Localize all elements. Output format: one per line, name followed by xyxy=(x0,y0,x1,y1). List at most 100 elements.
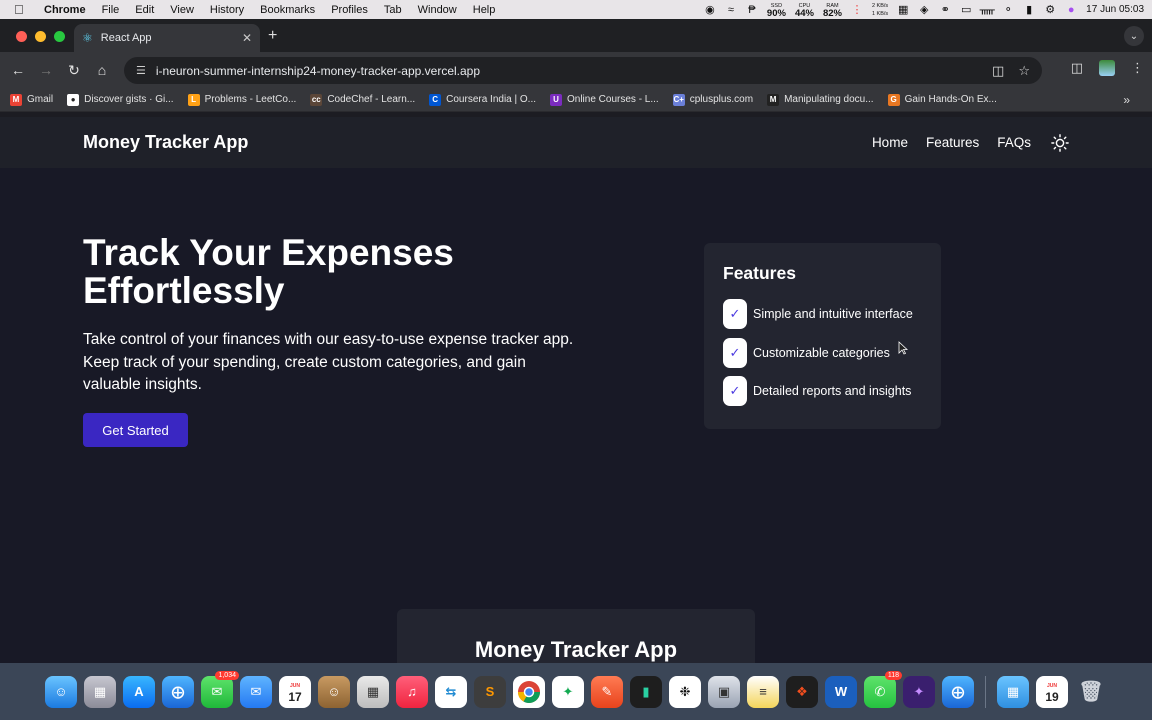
bookmark-item[interactable]: G Gain Hands-On Ex... xyxy=(887,93,997,106)
bookmark-item[interactable]: ● Discover gists · Gi... xyxy=(67,93,174,106)
menu-window[interactable]: Window xyxy=(418,4,457,16)
mail-icon[interactable]: ✉ xyxy=(240,675,272,708)
currency-icon[interactable]: ₱ xyxy=(746,4,758,16)
install-app-icon[interactable]: ◫ xyxy=(992,63,1004,79)
bookmark-favicon-icon: C+ xyxy=(672,93,685,106)
url-text[interactable]: i-neuron-summer-internship24-money-track… xyxy=(156,64,978,78)
tab-search-chevron-down-icon[interactable]: ⌄ xyxy=(1124,26,1144,46)
launchpad-icon[interactable]: ▦ xyxy=(84,675,116,708)
word-icon[interactable]: W xyxy=(825,675,857,708)
menu-tab[interactable]: Tab xyxy=(384,4,402,16)
whatsapp-icon[interactable]: ✆ 118 xyxy=(864,670,902,708)
trash-icon[interactable]: 🗑 xyxy=(1075,676,1107,708)
ram-stat[interactable]: RAM 82% xyxy=(823,2,842,18)
draw-app-icon[interactable]: ✎ xyxy=(591,675,623,708)
bookmark-item[interactable]: M Manipulating docu... xyxy=(767,93,874,106)
dots-icon[interactable]: ⋮ xyxy=(851,4,863,16)
vscode-icon[interactable]: ⇆ xyxy=(435,675,467,708)
theme-toggle-sun-icon[interactable] xyxy=(1051,133,1069,152)
nav-features-link[interactable]: Features xyxy=(926,135,979,150)
apple-menu-icon[interactable]:  xyxy=(14,2,30,17)
new-tab-button[interactable]: + xyxy=(268,27,277,45)
menu-profiles[interactable]: Profiles xyxy=(331,4,368,16)
menu-edit[interactable]: Edit xyxy=(135,4,154,16)
web-page: Money Tracker App Home Features FAQs Tra… xyxy=(0,117,1152,663)
more-bookmarks-chevron-icon[interactable]: » xyxy=(1123,93,1130,107)
menu-help[interactable]: Help xyxy=(473,4,496,16)
bookmark-label: CodeChef - Learn... xyxy=(327,94,416,105)
menubar-clock[interactable]: 17 Jun 05:03 xyxy=(1086,4,1144,15)
stats-icon[interactable]: ≈ xyxy=(725,4,737,16)
tab-title: React App xyxy=(100,32,152,44)
app-store-icon[interactable]: A xyxy=(123,675,155,708)
menu-file[interactable]: File xyxy=(102,4,120,16)
safari-icon[interactable]: ⨁ xyxy=(162,675,194,708)
headphones-icon[interactable]: ⚭ xyxy=(939,4,951,16)
control-center-icon[interactable]: ⚙ xyxy=(1044,4,1056,16)
bookmark-item[interactable]: L Problems - LeetCo... xyxy=(187,93,296,106)
bookmark-item[interactable]: C+ cplusplus.com xyxy=(672,93,753,106)
back-arrow-icon[interactable]: ← xyxy=(4,62,32,78)
terminal-app-icon[interactable]: ▮ xyxy=(630,675,662,708)
bookmark-item[interactable]: M Gmail xyxy=(10,93,53,106)
battery-icon[interactable]: ▮ xyxy=(1023,4,1035,16)
bookmark-item[interactable]: cc CodeChef - Learn... xyxy=(310,93,416,106)
bluetooth-icon[interactable]: ᚅ xyxy=(980,4,995,16)
downloads-folder-icon[interactable]: ▦ xyxy=(997,675,1029,708)
menu-view[interactable]: View xyxy=(170,4,194,16)
active-tab[interactable]: ⚛ React App ✕ xyxy=(74,24,260,52)
music-icon[interactable]: ♫ xyxy=(396,675,428,708)
sublime-text-icon[interactable]: S xyxy=(474,675,506,708)
bookmark-item[interactable]: C Coursera India | O... xyxy=(429,93,536,106)
mongodb-icon[interactable]: ✦ xyxy=(552,675,584,708)
extensions-puzzle-icon[interactable]: ◫ xyxy=(1071,60,1083,76)
site-brand[interactable]: Money Tracker App xyxy=(83,132,854,153)
contacts-icon[interactable]: ☺ xyxy=(318,675,350,708)
calendar-icon[interactable]: JUN 17 xyxy=(279,675,311,708)
menu-history[interactable]: History xyxy=(210,4,244,16)
grid-icon[interactable]: ▦ xyxy=(897,4,909,16)
macos-dock: ☺ ▦ A ⨁ ✉ 1,034 ✉ JUN 17 ☺ ▦ ♫ ⇆ S ✦ ✎ ▮ ❉… xyxy=(0,663,1152,720)
preview-icon[interactable]: ▣ xyxy=(708,675,740,708)
record-icon[interactable]: ◉ xyxy=(704,4,716,16)
bookmark-favicon-icon: ● xyxy=(67,93,80,106)
safari-technology-icon[interactable]: ⨁ xyxy=(942,675,974,708)
address-bar[interactable]: ☰ i-neuron-summer-internship24-money-tra… xyxy=(124,57,1042,84)
tab-close-icon[interactable]: ✕ xyxy=(242,31,252,45)
forward-arrow-icon[interactable]: → xyxy=(32,62,60,78)
bookmark-label: Coursera India | O... xyxy=(446,94,536,105)
profile-avatar[interactable] xyxy=(1099,60,1115,76)
minimize-window-button[interactable] xyxy=(35,31,46,42)
network-stat[interactable]: 2 KB/s 1 KB/s xyxy=(872,2,888,18)
site-info-icon[interactable]: ☰ xyxy=(136,64,146,77)
nav-faqs-link[interactable]: FAQs xyxy=(997,135,1031,150)
chatgpt-icon[interactable]: ❉ xyxy=(669,675,701,708)
chrome-menu-icon[interactable]: ⋮ xyxy=(1131,60,1144,76)
display-icon[interactable]: ▭ xyxy=(960,4,972,16)
wifi-icon[interactable]: ⚬ xyxy=(1002,4,1014,16)
zoom-window-button[interactable] xyxy=(54,31,65,42)
siri-icon[interactable]: ● xyxy=(1065,4,1077,16)
get-started-button[interactable]: Get Started xyxy=(83,413,188,447)
bookmark-item[interactable]: U Online Courses - L... xyxy=(550,93,659,106)
messages-icon[interactable]: ✉ 1,034 xyxy=(201,670,239,708)
nav-home-link[interactable]: Home xyxy=(872,135,908,150)
finder-icon[interactable]: ☺ xyxy=(45,675,77,708)
bookmark-star-icon[interactable]: ☆ xyxy=(1018,63,1030,79)
notes-icon[interactable]: ≡ xyxy=(747,675,779,708)
mouse-cursor-icon xyxy=(898,341,908,355)
footer-card-title: Money Tracker App xyxy=(474,637,678,662)
calendar-stack-icon[interactable]: JUN 19 xyxy=(1036,675,1068,708)
home-icon[interactable]: ⌂ xyxy=(88,62,116,78)
close-window-button[interactable] xyxy=(16,31,27,42)
layers-icon[interactable]: ◈ xyxy=(918,4,930,16)
calculator-icon[interactable]: ▦ xyxy=(357,675,389,708)
chrome-icon[interactable] xyxy=(513,675,545,708)
obsidian-icon[interactable]: ✦ xyxy=(903,675,935,708)
figma-icon[interactable]: ❖ xyxy=(786,675,818,708)
cpu-stat[interactable]: CPU 44% xyxy=(795,2,814,18)
menu-app-name[interactable]: Chrome xyxy=(44,4,86,16)
ssd-stat[interactable]: SSD 90% xyxy=(767,2,786,18)
menu-bookmarks[interactable]: Bookmarks xyxy=(260,4,315,16)
reload-icon[interactable]: ↻ xyxy=(60,62,88,79)
